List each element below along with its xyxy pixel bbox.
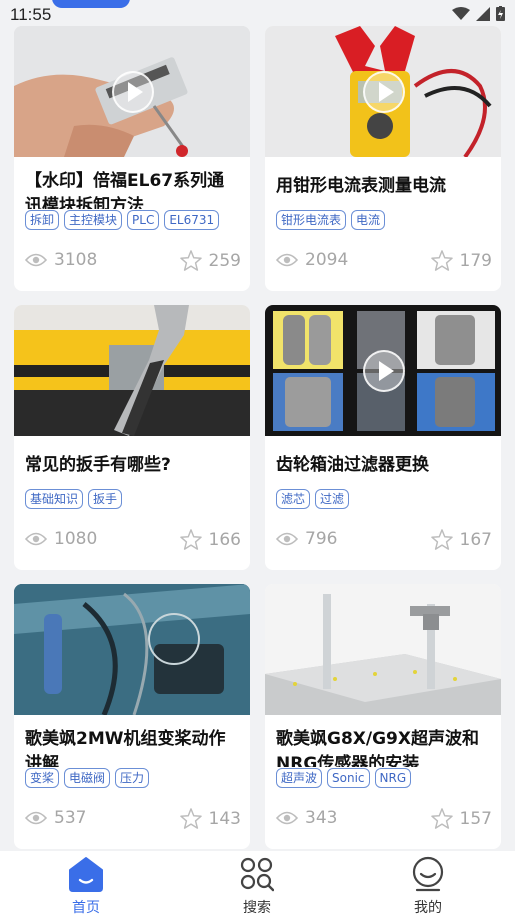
tag-list: 变桨 电磁阀 压力 [25, 768, 250, 788]
view-count: 2094 [276, 250, 348, 270]
video-title: 齿轮箱油过滤器更换 [276, 455, 429, 475]
like-count[interactable]: 157 [430, 808, 492, 829]
star-icon [179, 808, 202, 829]
wifi-icon [452, 6, 470, 20]
nav-home[interactable]: 首页 [36, 851, 136, 917]
eye-icon [276, 253, 298, 267]
tag[interactable]: 拆卸 [25, 210, 60, 230]
star-icon [179, 250, 202, 271]
nav-mine[interactable]: 我的 [378, 851, 478, 917]
video-grid: 【水印】倍福EL67系列通讯模块拆卸方法 拆卸 主控模块 PLC EL6731 … [0, 0, 515, 917]
tag-list: 拆卸 主控模块 PLC EL6731 [25, 210, 250, 230]
tag[interactable]: PLC [127, 210, 160, 230]
status-time: 11:55 [10, 5, 52, 24]
video-thumbnail [14, 584, 250, 715]
eye-icon [276, 532, 298, 546]
eye-icon [25, 253, 47, 267]
video-card[interactable]: 齿轮箱油过滤器更换 滤芯 过滤 796 167 [265, 305, 501, 570]
card-stats: 796 167 [276, 529, 492, 551]
bottom-navigation: 首页 搜索 我的 [0, 851, 515, 917]
profile-face-icon [412, 856, 444, 892]
view-count: 3108 [25, 250, 97, 270]
signal-icon [476, 6, 490, 21]
card-stats: 2094 179 [276, 250, 492, 272]
header-tab-peek [52, 0, 130, 8]
tag[interactable]: 电磁阀 [64, 768, 111, 788]
tag-list: 钳形电流表 电流 [276, 210, 501, 230]
tag[interactable]: 扳手 [88, 489, 123, 509]
tag[interactable]: 压力 [115, 768, 150, 788]
play-icon [363, 350, 405, 392]
like-count[interactable]: 166 [179, 529, 241, 550]
view-count: 537 [25, 808, 86, 828]
play-icon [363, 71, 405, 113]
star-icon [430, 250, 453, 271]
star-icon [179, 529, 202, 550]
like-count[interactable]: 179 [430, 250, 492, 271]
star-icon [430, 808, 453, 829]
like-count[interactable]: 143 [179, 808, 241, 829]
tag[interactable]: 钳形电流表 [276, 210, 347, 230]
card-stats: 537 143 [25, 808, 241, 830]
video-thumbnail [265, 584, 501, 715]
nav-home-label: 首页 [72, 900, 100, 916]
search-grid-icon [240, 857, 274, 892]
like-count[interactable]: 259 [179, 250, 241, 271]
status-icons [452, 6, 505, 21]
tag[interactable]: 滤芯 [276, 489, 311, 509]
battery-icon [496, 6, 505, 21]
home-icon [69, 857, 103, 892]
tag[interactable]: Sonic [327, 768, 370, 788]
star-icon [430, 529, 453, 550]
video-card[interactable]: 歌美飒G8X/G9X超声波和NRG传感器的安装 超声波 Sonic NRG 34… [265, 584, 501, 849]
tag[interactable]: 电流 [351, 210, 386, 230]
tag[interactable]: 变桨 [25, 768, 60, 788]
video-card[interactable]: 常见的扳手有哪些? 基础知识 扳手 1080 166 [14, 305, 250, 570]
view-count: 796 [276, 529, 337, 549]
tag[interactable]: 主控模块 [64, 210, 123, 230]
play-icon [112, 71, 154, 113]
video-card[interactable]: 用钳形电流表测量电流 钳形电流表 电流 2094 179 [265, 26, 501, 291]
video-thumbnail [14, 305, 250, 436]
tag[interactable]: NRG [374, 768, 412, 788]
video-title: 用钳形电流表测量电流 [276, 176, 446, 196]
eye-icon [25, 811, 47, 825]
card-stats: 343 157 [276, 808, 492, 830]
nav-search-label: 搜索 [243, 900, 271, 916]
view-count: 1080 [25, 529, 97, 549]
video-title: 常见的扳手有哪些? [25, 455, 171, 475]
view-count: 343 [276, 808, 337, 828]
like-count[interactable]: 167 [430, 529, 492, 550]
tag-list: 基础知识 扳手 [25, 489, 250, 509]
card-stats: 1080 166 [25, 529, 241, 551]
tag-list: 超声波 Sonic NRG [276, 768, 501, 788]
tag[interactable]: 过滤 [315, 489, 350, 509]
eye-icon [25, 532, 47, 546]
tag[interactable]: 超声波 [276, 768, 323, 788]
tag[interactable]: EL6731 [164, 210, 220, 230]
status-bar: 11:55 [0, 0, 515, 26]
tag-list: 滤芯 过滤 [276, 489, 501, 509]
video-title: 歌美飒2MW机组变桨动作讲解 [25, 729, 226, 767]
video-title: 歌美飒G8X/G9X超声波和NRG传感器的安装 [276, 729, 479, 767]
video-card[interactable]: 歌美飒2MW机组变桨动作讲解 变桨 电磁阀 压力 537 143 [14, 584, 250, 849]
video-card[interactable]: 【水印】倍福EL67系列通讯模块拆卸方法 拆卸 主控模块 PLC EL6731 … [14, 26, 250, 291]
tag[interactable]: 基础知识 [25, 489, 84, 509]
video-title: 【水印】倍福EL67系列通讯模块拆卸方法 [25, 171, 225, 209]
card-stats: 3108 259 [25, 250, 241, 272]
nav-search[interactable]: 搜索 [207, 851, 307, 917]
nav-mine-label: 我的 [414, 900, 442, 916]
eye-icon [276, 811, 298, 825]
